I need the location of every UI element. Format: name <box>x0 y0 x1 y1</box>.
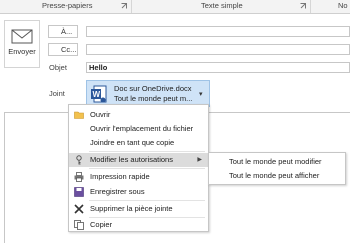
menu-item-label: Impression rapide <box>90 172 150 181</box>
submenu-item-can-edit[interactable]: Tout le monde peut modifier <box>209 155 345 169</box>
send-label: Envoyer <box>8 47 36 56</box>
copy-icon <box>74 220 84 230</box>
to-button[interactable]: À... <box>48 25 78 38</box>
ribbon-separator <box>131 0 132 13</box>
menu-item-label: Joindre en tant que copie <box>90 138 175 147</box>
submenu-item-label: Tout le monde peut modifier <box>229 157 322 166</box>
folder-open-icon <box>74 111 84 119</box>
attachment-permission: Tout le monde peut m... <box>114 94 193 103</box>
menu-item-quick-print[interactable]: Impression rapide <box>69 170 208 184</box>
menu-divider <box>89 151 205 152</box>
menu-item-label: Ouvrir l'emplacement du fichier <box>90 124 194 133</box>
menu-item-open-location[interactable]: Ouvrir l'emplacement du fichier <box>69 122 208 136</box>
permissions-submenu: Tout le monde peut modifier Tout le mond… <box>208 152 346 185</box>
menu-divider <box>89 200 205 201</box>
menu-item-delete-attachment[interactable]: Supprimer la pièce jointe <box>69 202 208 216</box>
dialog-launcher-icon[interactable] <box>121 3 127 9</box>
menu-divider <box>89 168 205 169</box>
ribbon-separator <box>310 0 311 13</box>
key-icon <box>76 155 82 165</box>
menu-item-label: Enregistrer sous <box>90 187 145 196</box>
submenu-item-can-view[interactable]: Tout le monde peut afficher <box>209 169 345 183</box>
submenu-arrow-icon: ▶ <box>197 157 202 163</box>
attachment-context-menu: Ouvrir Ouvrir l'emplacement du fichier J… <box>68 104 209 232</box>
menu-item-open[interactable]: Ouvrir <box>69 108 208 122</box>
send-button[interactable]: Envoyer <box>4 20 40 68</box>
send-envelope-icon <box>11 29 33 44</box>
submenu-item-label: Tout le monde peut afficher <box>229 171 320 180</box>
menu-item-label: Supprimer la pièce jointe <box>90 204 173 213</box>
printer-icon <box>74 172 84 182</box>
delete-x-icon <box>74 204 84 214</box>
menu-item-attach-copy[interactable]: Joindre en tant que copie <box>69 136 208 150</box>
menu-item-label: Modifier les autorisations <box>90 155 173 164</box>
menu-item-save-as[interactable]: Enregistrer sous <box>69 185 208 199</box>
svg-text:W: W <box>93 90 101 99</box>
cc-field[interactable] <box>86 44 350 55</box>
attachment-chip[interactable]: W Doc sur OneDrive.docx Tout le monde pe… <box>86 80 210 107</box>
subject-field[interactable]: Hello <box>86 62 350 73</box>
chevron-down-icon[interactable]: ▾ <box>199 90 203 98</box>
menu-item-modify-permissions[interactable]: Modifier les autorisations ▶ <box>69 153 208 167</box>
ribbon-group-basic-text: Texte simple <box>201 1 243 10</box>
attachment-name: Doc sur OneDrive.docx <box>114 84 192 93</box>
menu-item-label: Ouvrir <box>90 110 111 119</box>
save-icon <box>74 187 84 197</box>
word-document-icon: W <box>91 85 107 103</box>
dialog-launcher-icon[interactable] <box>300 3 306 9</box>
ribbon-group-clipboard: Presse-papiers <box>42 1 93 10</box>
ribbon-group-truncated: No <box>338 1 348 10</box>
menu-item-label: Copier <box>90 220 113 229</box>
to-field[interactable] <box>86 26 350 37</box>
ribbon-bar: Presse-papiers Texte simple No <box>0 0 350 14</box>
attach-label: Joint <box>49 89 65 98</box>
cc-button[interactable]: Cc... <box>48 43 78 56</box>
subject-label: Objet <box>49 63 67 72</box>
menu-item-copy[interactable]: Copier <box>69 218 208 232</box>
